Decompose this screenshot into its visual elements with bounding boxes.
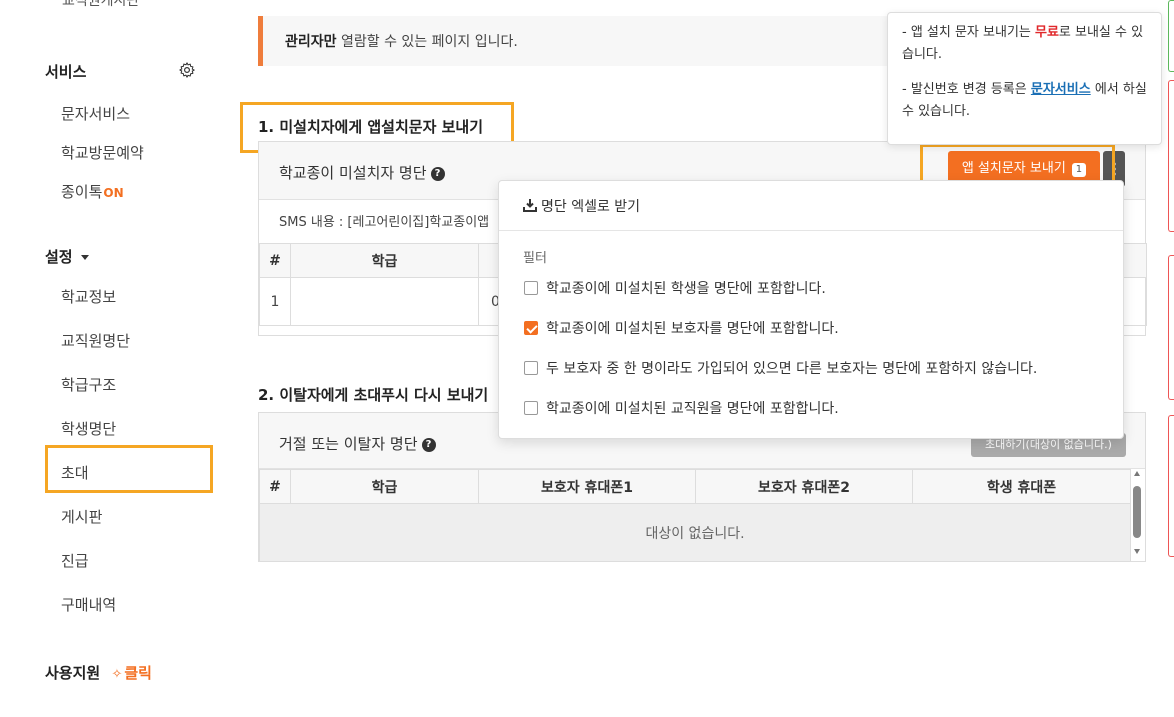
col-header-student-phone: 학생 휴대폰: [912, 469, 1131, 504]
excel-download-item[interactable]: 명단 엑셀로 받기: [523, 196, 640, 216]
support-click-link[interactable]: 클릭: [124, 664, 152, 682]
sidebar: 교직원게시판 서비스 문자서비스 학교방문예약 종이톡ON 설정 학교정보 교직…: [0, 0, 230, 717]
scroll-up-icon[interactable]: [1134, 471, 1140, 476]
filter-option-parents[interactable]: 학교종이에 미설치된 보호자를 명단에 포함합니다.: [524, 318, 839, 338]
checkbox-checked[interactable]: [524, 321, 538, 335]
sidebar-section-service: 서비스: [45, 63, 87, 81]
table-header-row: # 학급 보호자 휴대폰1 보호자 휴대폰2 학생 휴대폰: [259, 469, 1131, 504]
sidebar-item-board[interactable]: 게시판: [61, 506, 102, 527]
alert-bold: 관리자만: [285, 34, 337, 50]
scroll-down-icon[interactable]: [1134, 549, 1140, 554]
tooltip-line-free: - 앱 설치 문자 보내기는 무료로 보내실 수 있습니다.: [902, 22, 1152, 66]
download-icon: [523, 199, 537, 212]
sidebar-item-student-list[interactable]: 학생명단: [61, 418, 116, 439]
gear-icon[interactable]: [178, 61, 196, 79]
panel-title: 거절 또는 이탈자 명단?: [279, 433, 436, 454]
sidebar-section-support: 사용지원 ✧ 클릭: [45, 662, 152, 683]
filter-option-staff[interactable]: 학교종이에 미설치된 교직원을 명단에 포함합니다.: [524, 398, 839, 418]
filter-option-label: 학교종이에 미설치된 교직원을 명단에 포함합니다.: [546, 401, 839, 417]
edge-panel-fragment: [1168, 0, 1174, 72]
edge-panel-fragment: [1168, 80, 1174, 232]
scroll-thumb[interactable]: [1133, 486, 1141, 538]
sidebar-item-staff-list[interactable]: 교직원명단: [61, 330, 130, 351]
col-header-parent-phone2: 보호자 휴대폰2: [695, 469, 913, 504]
alert-message: 열람할 수 있는 페이지 입니다.: [336, 34, 518, 50]
panel-title: 학교종이 미설치자 명단?: [279, 162, 445, 183]
sidebar-item-paper-talk[interactable]: 종이톡ON: [61, 181, 124, 202]
dropdown-divider: [499, 230, 1123, 231]
sidebar-item-purchase-history[interactable]: 구매내역: [61, 594, 116, 615]
sparkle-icon: ✧: [111, 667, 123, 682]
sms-content: SMS 내용 : [레고어린이집]학교종이앱: [279, 215, 490, 230]
sidebar-section-label: 사용지원: [45, 664, 101, 682]
caret-down-icon: [80, 255, 89, 260]
col-header-index: #: [259, 469, 291, 504]
help-icon[interactable]: ?: [430, 166, 445, 181]
free-highlight: 무료: [1035, 25, 1059, 40]
sidebar-item-school-info[interactable]: 학교정보: [61, 286, 116, 307]
sidebar-section-settings[interactable]: 설정: [45, 246, 89, 267]
filter-option-one-parent[interactable]: 두 보호자 중 한 명이라도 가입되어 있으면 다른 보호자는 명단에 포함하지…: [524, 358, 1037, 378]
filter-label: 필터: [523, 251, 547, 266]
section2-title: 2. 이탈자에게 초대푸시 다시 보내기: [258, 386, 489, 404]
edge-panel-fragment: [1168, 255, 1174, 400]
cell-class: [290, 277, 479, 326]
sidebar-item-class-structure[interactable]: 학급구조: [61, 374, 116, 395]
info-tooltip: - 앱 설치 문자 보내기는 무료로 보내실 수 있습니다. - 발신번호 변경…: [887, 12, 1162, 145]
sidebar-item-staff-board[interactable]: 교직원게시판: [62, 0, 139, 10]
col-header-index: #: [259, 243, 291, 278]
filter-option-label: 학교종이에 미설치된 보호자를 명단에 포함합니다.: [546, 321, 839, 337]
help-icon[interactable]: ?: [421, 437, 436, 452]
sidebar-item-promotion[interactable]: 진급: [61, 550, 89, 571]
panel-title-text: 거절 또는 이탈자 명단: [279, 435, 418, 453]
empty-message: 대상이 없습니다.: [259, 503, 1131, 562]
sms-service-link[interactable]: 문자서비스: [1031, 82, 1091, 97]
sidebar-item-sms[interactable]: 문자서비스: [61, 103, 130, 124]
rejected-table: # 학급 보호자 휴대폰1 보호자 휴대폰2 학생 휴대폰 대상이 없습니다.: [259, 469, 1131, 562]
tooltip-line-sender: - 발신번호 변경 등록은 문자서비스 에서 하실 수 있습니다.: [902, 79, 1152, 123]
checkbox[interactable]: [524, 281, 538, 295]
filter-option-students[interactable]: 학교종이에 미설치된 학생을 명단에 포함합니다.: [524, 278, 826, 298]
sidebar-item-school-visit[interactable]: 학교방문예약: [61, 142, 144, 163]
cell-index: 1: [259, 277, 291, 326]
options-dropdown: 명단 엑셀로 받기 필터 학교종이에 미설치된 학생을 명단에 포함합니다. 학…: [498, 180, 1124, 439]
filter-option-label: 학교종이에 미설치된 학생을 명단에 포함합니다.: [546, 281, 826, 297]
table-row: 대상이 없습니다.: [259, 503, 1131, 562]
on-badge: ON: [103, 186, 124, 200]
tooltip-text: - 앱 설치 문자 보내기는: [902, 25, 1035, 40]
col-header-parent-phone1: 보호자 휴대폰1: [478, 469, 696, 504]
table-scrollbar[interactable]: [1131, 471, 1143, 561]
col-header-class: 학급: [290, 243, 479, 278]
excel-download-label: 명단 엑셀로 받기: [541, 199, 641, 215]
panel-title-text: 학교종이 미설치자 명단: [279, 164, 427, 182]
checkbox[interactable]: [524, 361, 538, 375]
invite-highlight: [45, 445, 213, 493]
checkbox[interactable]: [524, 401, 538, 415]
sidebar-item-label: 종이톡: [61, 183, 103, 201]
filter-option-label: 두 보호자 중 한 명이라도 가입되어 있으면 다른 보호자는 명단에 포함하지…: [546, 361, 1038, 377]
sidebar-section-label: 설정: [45, 248, 73, 266]
edge-panel-fragment: [1168, 415, 1174, 557]
col-header-class: 학급: [290, 469, 479, 504]
tooltip-text: - 발신번호 변경 등록은: [902, 82, 1031, 97]
alert-text: 관리자만 열람할 수 있는 페이지 입니다.: [285, 31, 518, 51]
